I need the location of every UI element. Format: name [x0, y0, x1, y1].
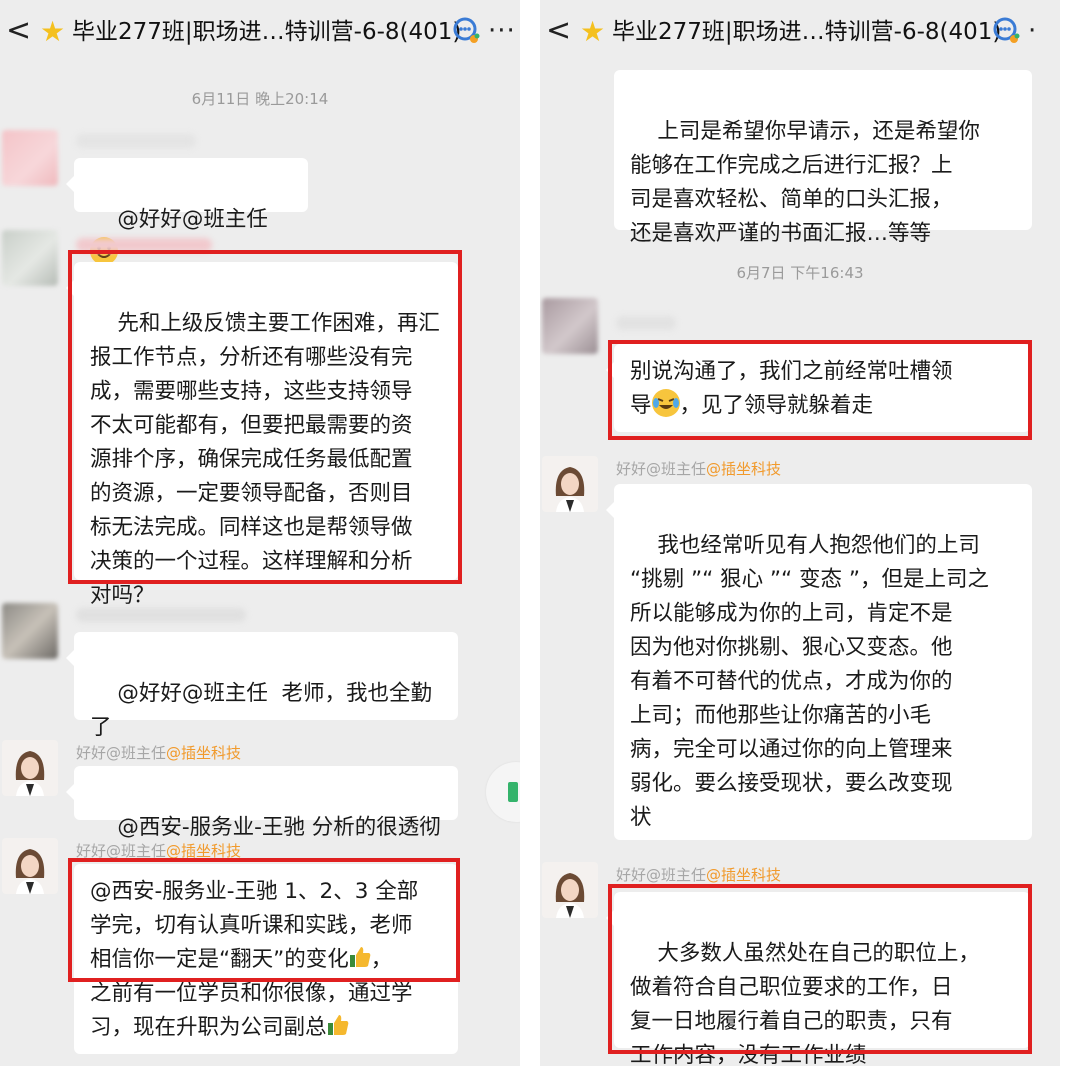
thumbs-up-icon	[327, 1015, 348, 1035]
message-bubble[interactable]: 我也经常听见有人抱怨他们的上司 “挑剔 ”“ 狠心 ”“ 变态 ”，但是上司之 …	[606, 484, 1032, 840]
message-text: @好好@班主任 老师，我也全勤 了	[90, 681, 433, 740]
message-text: 我也经常听见有人抱怨他们的上司 “挑剔 ”“ 狠心 ”“ 变态 ”，但是上司之 …	[630, 533, 990, 830]
timestamp: 6月7日 下午16:43	[736, 264, 864, 282]
sender-name-blurred	[76, 608, 246, 622]
right-chat-screenshot: < ★ 毕业277班|职场进…特训营-6-8(401) · 上司是希望你早请示，…	[540, 0, 1060, 1066]
highlight-box	[68, 858, 460, 982]
back-arrow-icon[interactable]: <	[546, 14, 571, 48]
teacher-avatar[interactable]	[2, 838, 58, 894]
sender-name: 好好@班主任@插坐科技	[616, 460, 782, 478]
highlight-box	[608, 340, 1032, 440]
group-chat-icon[interactable]	[992, 16, 1022, 50]
star-icon[interactable]: ★	[580, 15, 605, 49]
message-text: @好好@班主任	[117, 207, 275, 232]
chat-header: < ★ 毕业277班|职场进…特训营-6-8(401) ·	[540, 0, 1060, 64]
teacher-avatar[interactable]	[542, 862, 598, 918]
message-bubble[interactable]: 上司是希望你早请示，还是希望你 能够在工作完成之后进行汇报？上 司是喜欢轻松、简…	[614, 70, 1032, 246]
back-arrow-icon[interactable]: <	[6, 14, 31, 48]
avatar[interactable]	[2, 130, 58, 186]
more-icon[interactable]: ···	[488, 14, 516, 48]
left-chat-screenshot: < ★ 毕业277班|职场进…特训营-6-8(401) ··· 6月11日 晚上…	[0, 0, 520, 1066]
more-icon[interactable]: ·	[1028, 14, 1037, 48]
group-chat-icon[interactable]	[452, 16, 482, 50]
sender-name: 好好@班主任@插坐科技	[616, 866, 782, 884]
avatar[interactable]	[2, 603, 58, 659]
message-line: 之前有一位学员和你很像，通过学	[90, 981, 413, 1006]
message-bubble[interactable]: @西安-服务业-王驰 分析的很透彻	[66, 766, 458, 840]
star-icon[interactable]: ★	[40, 15, 65, 49]
message-bubble[interactable]: @好好@班主任	[66, 158, 308, 265]
chat-title: 毕业277班|职场进…特训营-6-8(401)	[72, 19, 462, 45]
chat-title: 毕业277班|职场进…特训营-6-8(401)	[612, 19, 1002, 45]
sender-name-blurred	[76, 134, 196, 148]
avatar[interactable]	[2, 230, 58, 286]
message-text: 上司是希望你早请示，还是希望你 能够在工作完成之后进行汇报？上 司是喜欢轻松、简…	[630, 119, 980, 246]
timestamp: 6月11日 晚上20:14	[191, 90, 329, 108]
message-line: 习，现在升职为公司副总	[90, 1011, 442, 1045]
message-bubble[interactable]: @好好@班主任 老师，我也全勤 了	[66, 632, 458, 740]
sender-name-blurred	[616, 316, 676, 330]
floating-side-button[interactable]	[486, 762, 520, 822]
avatar[interactable]	[542, 298, 598, 354]
teacher-avatar[interactable]	[542, 456, 598, 512]
chat-header: < ★ 毕业277班|职场进…特训营-6-8(401) ···	[0, 0, 520, 64]
message-text: @西安-服务业-王驰 分析的很透彻	[117, 815, 441, 840]
highlight-box	[608, 884, 1032, 1054]
sender-name: 好好@班主任@插坐科技	[76, 744, 242, 762]
highlight-box	[68, 250, 462, 584]
teacher-avatar[interactable]	[2, 740, 58, 796]
